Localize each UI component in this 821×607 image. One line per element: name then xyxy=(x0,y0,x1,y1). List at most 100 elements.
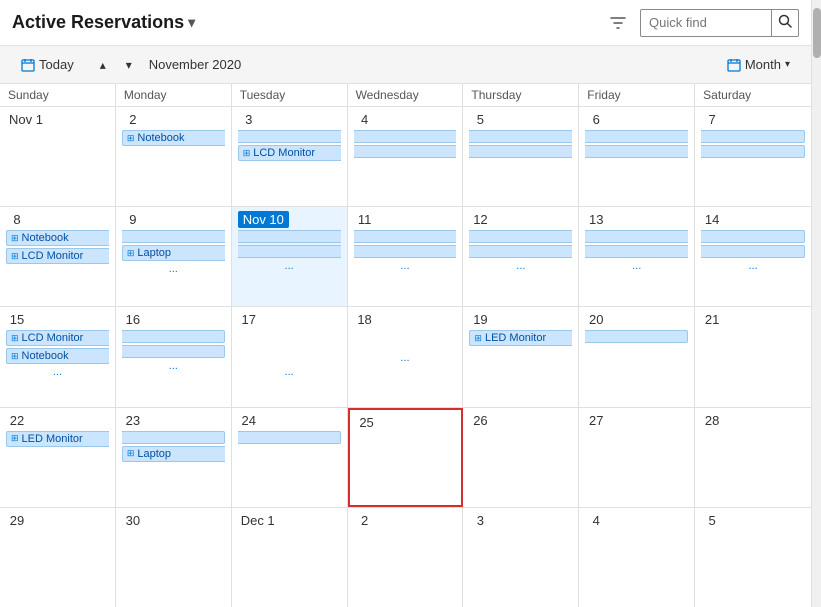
event-lcdmonitor-w3[interactable]: ⊞ LCD Monitor xyxy=(6,330,109,346)
more-dots-nov9[interactable]: ... xyxy=(122,263,225,275)
event-label: Notebook xyxy=(137,132,184,144)
cell-nov19[interactable]: 19 ⊞ LED Monitor xyxy=(463,307,579,406)
cell-nov4[interactable]: 4 xyxy=(348,107,464,206)
date-label: 19 xyxy=(469,311,491,328)
event-label: Notebook xyxy=(22,232,69,244)
date-label: 17 xyxy=(238,311,260,328)
event-lcdmonitor-w1[interactable]: ⊞ LCD Monitor xyxy=(238,145,341,161)
cell-dec1[interactable]: Dec 1 xyxy=(232,508,348,607)
date-label: 2 xyxy=(354,512,376,529)
event-notebook-w1[interactable]: ⊞ Notebook xyxy=(122,130,225,146)
cell-nov21[interactable]: 21 xyxy=(695,307,811,406)
title-chevron-icon[interactable]: ▾ xyxy=(188,14,195,31)
more-dots-nov10[interactable]: ... xyxy=(238,260,341,272)
more-dots-nov18[interactable]: ... xyxy=(354,352,457,364)
cell-nov12[interactable]: 12 ... xyxy=(463,207,579,306)
nav-up-button[interactable]: ▴ xyxy=(91,53,115,77)
more-dots-nov17[interactable]: ... xyxy=(238,366,341,378)
cell-nov26[interactable]: 26 xyxy=(463,408,579,507)
cell-nov22[interactable]: 22 ⊞ LED Monitor xyxy=(0,408,116,507)
cell-nov29[interactable]: 29 xyxy=(0,508,116,607)
event-notebook-w3[interactable]: ⊞ Notebook xyxy=(6,348,109,364)
event-ledmonitor-w4[interactable]: ⊞ LED Monitor xyxy=(6,431,109,447)
cell-nov17[interactable]: 17 ... xyxy=(232,307,348,406)
calendar-row-week3: 15 ⊞ LCD Monitor ⊞ Notebook ... 16 xyxy=(0,307,811,407)
search-button[interactable] xyxy=(771,9,798,37)
ev-mid-13a xyxy=(585,230,688,243)
event-label: LCD Monitor xyxy=(22,332,84,344)
event-laptop-w4[interactable]: ⊞ Laptop xyxy=(122,446,225,462)
event-label: Laptop xyxy=(137,247,171,259)
cell-dec3[interactable]: 3 xyxy=(463,508,579,607)
cell-nov9[interactable]: 9 ⊞ Laptop ... xyxy=(116,207,232,306)
ev-led-end-23 xyxy=(122,431,225,444)
event-lcd-w1-mid xyxy=(354,145,457,158)
search-input[interactable] xyxy=(641,15,771,30)
cell-nov15[interactable]: 15 ⊞ LCD Monitor ⊞ Notebook ... xyxy=(0,307,116,406)
cell-nov28[interactable]: 28 xyxy=(695,408,811,507)
cell-nov3[interactable]: 3 ⊞ LCD Monitor xyxy=(232,107,348,206)
cell-nov14[interactable]: 14 ... xyxy=(695,207,811,306)
date-label: 27 xyxy=(585,412,607,429)
calendar-row-week5: 29 30 Dec 1 2 3 4 xyxy=(0,508,811,607)
filter-icon[interactable] xyxy=(604,9,632,37)
cell-nov8[interactable]: 8 ⊞ Notebook ⊞ LCD Monitor xyxy=(0,207,116,306)
ev-mid-12b xyxy=(469,245,572,258)
cell-dec5[interactable]: 5 xyxy=(695,508,811,607)
cell-dec4[interactable]: 4 xyxy=(579,508,695,607)
date-label: 8 xyxy=(6,211,28,228)
cell-nov18[interactable]: 18 ... xyxy=(348,307,464,406)
more-dots-nov14[interactable]: ... xyxy=(701,260,805,272)
device-icon: ⊞ xyxy=(474,333,482,344)
more-dots-nov13[interactable]: ... xyxy=(585,260,688,272)
page-title: Active Reservations ▾ xyxy=(12,12,604,33)
cell-nov2[interactable]: 2 ⊞ Notebook xyxy=(116,107,232,206)
cell-nov10[interactable]: Nov 10 ... xyxy=(232,207,348,306)
cell-dec2[interactable]: 2 xyxy=(348,508,464,607)
event-notebook-w1-mid4 xyxy=(585,130,688,143)
day-header-thursday: Thursday xyxy=(463,84,579,106)
cell-nov25[interactable]: 25 xyxy=(348,408,464,507)
event-lcdmonitor-w2[interactable]: ⊞ LCD Monitor xyxy=(6,248,109,264)
scrollbar[interactable] xyxy=(811,0,821,607)
cell-nov1[interactable]: Nov 1 xyxy=(0,107,116,206)
more-dots-nov16[interactable]: ... xyxy=(122,360,225,372)
event-ledmonitor-w3[interactable]: ⊞ LED Monitor xyxy=(469,330,572,346)
title-text: Active Reservations xyxy=(12,12,184,33)
month-label: November 2020 xyxy=(149,57,242,72)
cell-nov24[interactable]: 24 xyxy=(232,408,348,507)
ev-end-16a xyxy=(122,330,225,343)
cell-nov30[interactable]: 30 xyxy=(116,508,232,607)
event-notebook-w1-mid[interactable] xyxy=(238,130,341,143)
event-label: LCD Monitor xyxy=(253,147,315,159)
event-notebook-w2-mid3 xyxy=(354,230,457,243)
event-laptop-w2[interactable]: ⊞ Laptop xyxy=(122,245,225,261)
cell-nov13[interactable]: 13 ... xyxy=(579,207,695,306)
event-label: LCD Monitor xyxy=(22,250,84,262)
scrollbar-thumb xyxy=(813,8,821,58)
today-button[interactable]: Today xyxy=(12,53,83,76)
cell-nov23[interactable]: 23 ⊞ Laptop xyxy=(116,408,232,507)
cell-nov16[interactable]: 16 ... xyxy=(116,307,232,406)
date-label: 22 xyxy=(6,412,28,429)
cell-nov27[interactable]: 27 xyxy=(579,408,695,507)
cell-nov6[interactable]: 6 xyxy=(579,107,695,206)
calendar-row-week4: 22 ⊞ LED Monitor 23 ⊞ Laptop xyxy=(0,408,811,508)
cell-nov20[interactable]: 20 xyxy=(579,307,695,406)
cell-nov11[interactable]: 11 ... xyxy=(348,207,464,306)
date-label-today: Nov 10 xyxy=(238,211,289,228)
cell-nov7[interactable]: 7 xyxy=(695,107,811,206)
ev-end-14b xyxy=(701,245,805,258)
more-dots-nov15[interactable]: ... xyxy=(6,366,109,378)
more-dots-nov12[interactable]: ... xyxy=(469,260,572,272)
cell-nov5[interactable]: 5 xyxy=(463,107,579,206)
event-label: LED Monitor xyxy=(22,433,83,445)
view-selector[interactable]: Month ▾ xyxy=(718,53,799,76)
nav-down-button[interactable]: ▾ xyxy=(117,53,141,77)
event-laptop-w2-mid2 xyxy=(354,245,457,258)
more-dots-nov11[interactable]: ... xyxy=(354,260,457,272)
date-label: 14 xyxy=(701,211,723,228)
date-label: 25 xyxy=(356,414,378,431)
ev-end-16b xyxy=(122,345,225,358)
event-notebook-w2[interactable]: ⊞ Notebook xyxy=(6,230,109,246)
